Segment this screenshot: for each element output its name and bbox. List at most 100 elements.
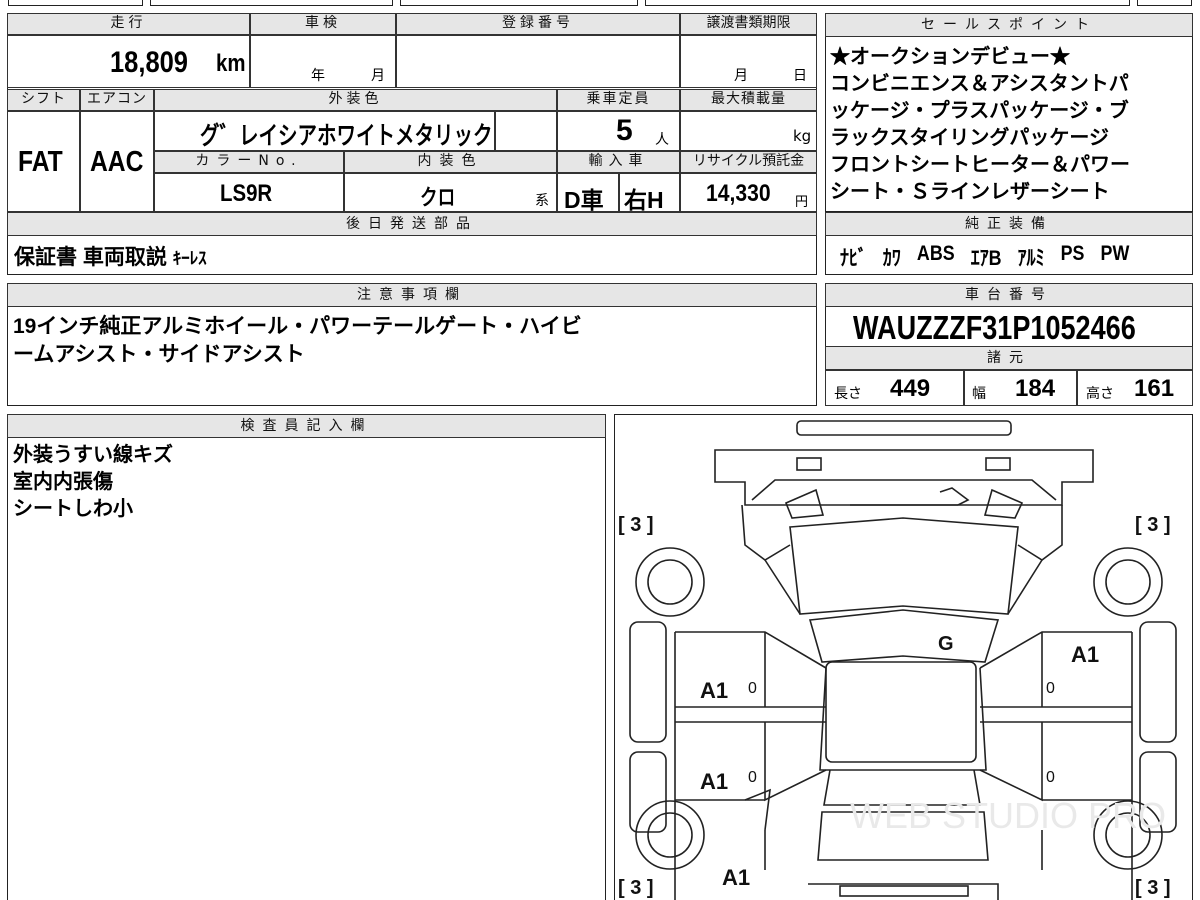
dims-header: 諸元 — [825, 346, 1193, 370]
damage-mark-a1: A1 — [700, 769, 728, 794]
equipment-item: PW — [1100, 242, 1130, 265]
damage-mark-zero: 0 — [748, 680, 757, 697]
top-stub-2 — [150, 0, 393, 6]
mileage-unit: km — [216, 50, 246, 77]
top-stub-3 — [400, 0, 638, 6]
windshield-shape — [789, 517, 1019, 615]
equipment-item: ｴｱB — [970, 247, 1002, 270]
inspection-header: 車検 — [250, 13, 396, 35]
damage-mark-a1: A1 — [1071, 642, 1099, 667]
dims-width-value: 184 — [1015, 375, 1056, 402]
front-bumper-shape — [714, 449, 1094, 506]
ext-color-extra-cell — [495, 111, 557, 151]
dims-width-label: 幅 — [972, 386, 986, 402]
capacity-unit: 人 — [655, 132, 669, 148]
wheel-front-left — [635, 547, 705, 617]
equipment-item: ｶﾜ — [882, 247, 901, 270]
maxload-unit: kg — [793, 127, 812, 145]
inspector-line: 外装うすい線キズ — [13, 444, 173, 466]
recycle-value: 14,330 — [706, 180, 771, 207]
damage-mark-a1: A1 — [722, 865, 750, 890]
notes-header: 注意事項欄 — [7, 283, 817, 307]
damage-mark-zero: 0 — [1046, 680, 1055, 697]
handle-value: 右H — [624, 187, 664, 213]
sales-point-line: コンビニエンス＆アシスタントパ — [830, 73, 1129, 95]
ext-color-value: グ゛レイシアホワイトメタリック — [200, 122, 493, 150]
wheel-front-right — [1093, 547, 1163, 617]
later-parts-small: ｷｰﾚｽ — [172, 249, 207, 268]
later-parts-value: 保証書 車両取説 ｷｰﾚｽ — [14, 241, 207, 271]
damage-mark-g: G — [938, 633, 954, 655]
inspector-text: 外装うすい線キズ 室内内張傷 シートしわ小 — [13, 442, 173, 523]
notes-text: 19インチ純正アルミホイール・パワーテールゲート・ハイビ ームアシスト・サイドア… — [13, 313, 582, 369]
inspection-month-unit: 月 — [371, 68, 385, 84]
car-diagram: WEB STUDIO PRO [ 3 ] [ 3 ] [ 3 ] [ 3 ] G… — [618, 420, 1177, 900]
left-side-shape — [674, 631, 827, 900]
tire-grade-top-right: [ 3 ] — [1135, 514, 1171, 536]
sales-point-line: ラックスタイリングパッケージ — [830, 127, 1109, 149]
int-color-header: 内装色 — [344, 151, 557, 173]
int-color-suffix: 系 — [535, 193, 549, 209]
top-stub-1 — [8, 0, 143, 6]
recycle-unit: 円 — [795, 195, 809, 210]
capacity-header: 乗車定員 — [557, 89, 680, 111]
top-stub-5 — [1137, 0, 1192, 6]
shift-value: FAT — [18, 146, 63, 178]
equipment-item: PS — [1060, 242, 1085, 265]
mileage-value: 18,809 — [110, 46, 189, 79]
recycle-header: リサイクル預託金 — [680, 151, 817, 173]
dims-height-label: 高さ — [1086, 386, 1114, 402]
equipment-item: ｱﾙﾐ — [1017, 247, 1045, 270]
tire-grade-top-left: [ 3 ] — [618, 514, 654, 536]
transfer-deadline-header: 譲渡書類期限 — [680, 13, 817, 35]
front-grille-shape — [796, 420, 1012, 436]
sales-point-line: フロントシートヒーター＆パワー — [830, 154, 1130, 176]
equipment-item: ABS — [916, 242, 955, 265]
ac-value: AAC — [90, 146, 144, 178]
notes-line: 19インチ純正アルミホイール・パワーテールゲート・ハイビ — [13, 315, 582, 338]
registration-header: 登録番号 — [396, 13, 680, 35]
top-stub-4 — [645, 0, 1130, 6]
notes-line: ームアシスト・サイドアシスト — [13, 343, 305, 366]
equipment-list: ﾅﾋﾞ ｶﾜ ABS ｴｱB ｱﾙﾐ PS PW — [840, 242, 1129, 272]
ext-color-header: 外装色 — [154, 89, 557, 111]
chassis-number: WAUZZZF31P1052466 — [853, 309, 1136, 346]
capacity-value: 5 — [616, 114, 633, 147]
damage-mark-zero: 0 — [1046, 769, 1055, 786]
damage-mark-zero: 0 — [748, 769, 757, 786]
inspector-line: 室内内張傷 — [13, 471, 113, 493]
inspection-year-unit: 年 — [311, 68, 325, 84]
transfer-month-unit: 月 — [734, 68, 748, 84]
inspector-line: シートしわ小 — [13, 498, 133, 520]
dims-length-value: 449 — [890, 375, 931, 402]
equipment-item: ﾅﾋﾞ — [840, 247, 867, 270]
import-header: 輸入車 — [557, 151, 680, 173]
sales-points-header: セールスポイント — [825, 13, 1193, 37]
dims-length-label: 長さ — [834, 386, 862, 402]
import-type-value: D車 — [564, 187, 604, 213]
inspector-header: 検査員記入欄 — [7, 414, 606, 438]
wheel-rear-left — [635, 800, 705, 870]
tire-grade-bottom-right: [ 3 ] — [1135, 877, 1171, 899]
chassis-header: 車台番号 — [825, 283, 1193, 307]
later-parts-main: 保証書 車両取説 — [14, 246, 167, 269]
color-no-value: LS9R — [220, 180, 273, 207]
maxload-header: 最大積載量 — [680, 89, 817, 111]
registration-cell — [396, 35, 680, 88]
dims-height-value: 161 — [1134, 375, 1175, 402]
color-no-header: カラーNo. — [154, 151, 344, 173]
roof-shape — [825, 661, 977, 763]
later-parts-header: 後日発送部品 — [7, 212, 817, 236]
sales-point-line: ★オークションデビュー★ — [830, 46, 1070, 68]
sales-point-line: ッケージ・プラスパッケージ・ブ — [830, 100, 1129, 122]
shift-header: シフト — [7, 89, 80, 111]
equipment-header: 純正装備 — [825, 212, 1193, 236]
transfer-day-unit: 日 — [793, 68, 807, 84]
sales-points-text: ★オークションデビュー★ コンビニエンス＆アシスタントパ ッケージ・プラスパッケ… — [830, 44, 1130, 206]
tire-grade-bottom-left: [ 3 ] — [618, 877, 654, 899]
sales-point-line: シート・Ｓラインレザーシート — [830, 181, 1110, 203]
ac-header: エアコン — [80, 89, 154, 111]
right-side-shape — [979, 631, 1133, 900]
damage-mark-a1: A1 — [700, 678, 728, 703]
int-color-value: クロ — [420, 185, 456, 210]
